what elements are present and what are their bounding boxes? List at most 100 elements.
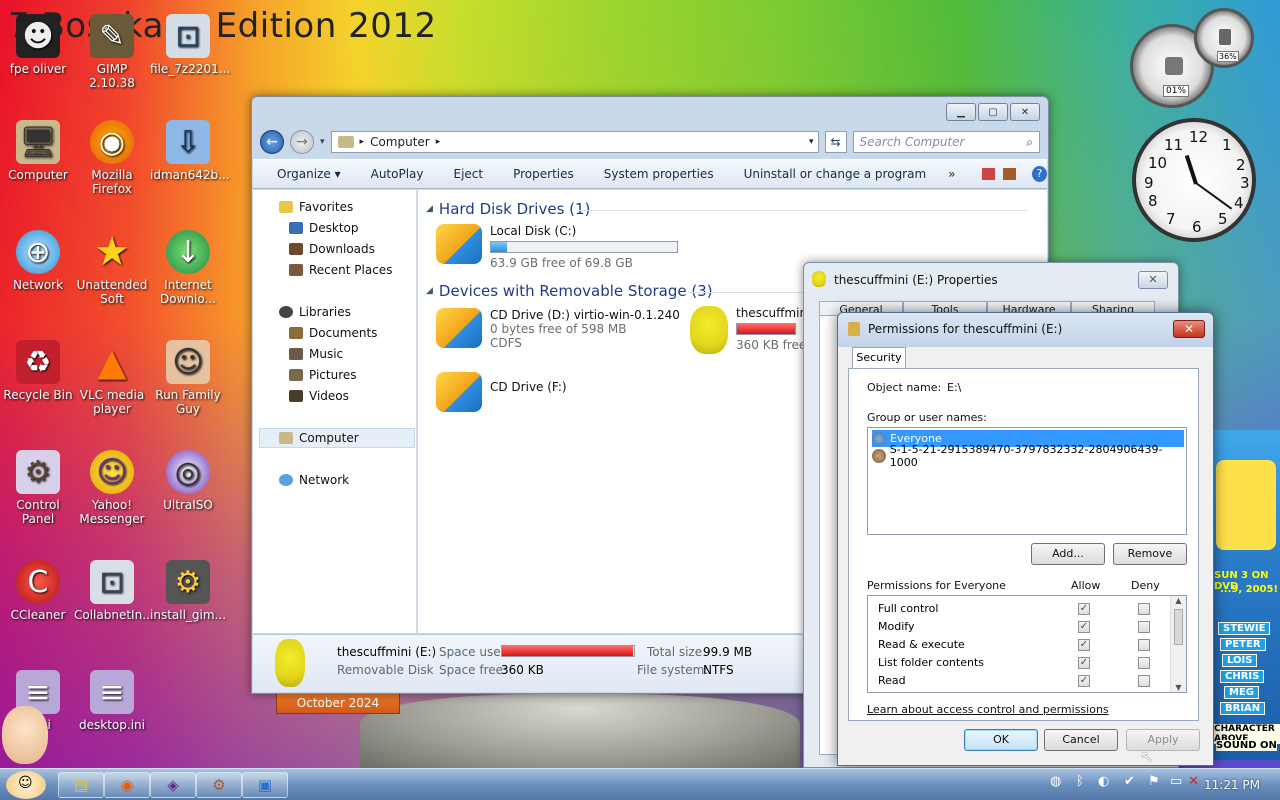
deny-checkbox[interactable] xyxy=(1138,603,1150,615)
cancel-button[interactable]: Cancel xyxy=(1044,729,1118,751)
desktop-icon-ultraiso[interactable]: ◎ UltraISO xyxy=(150,450,226,512)
permissions-close-button[interactable]: ✕ xyxy=(1173,320,1205,338)
taskbar-properties-button[interactable]: ▣ xyxy=(242,772,288,798)
deny-checkbox[interactable] xyxy=(1138,621,1150,633)
breadcrumb-computer[interactable]: Computer xyxy=(370,135,430,149)
desktop-icon-run-family-guy[interactable]: ☺ Run Family Guy xyxy=(150,340,226,416)
user-list-item-sid[interactable]: S-1-5-21-2915389470-3797832332-280490643… xyxy=(872,443,1184,469)
taskbar-app-button[interactable]: ◈ xyxy=(150,772,196,798)
eject-button[interactable]: Eject xyxy=(454,167,484,181)
nav-documents[interactable]: Documents xyxy=(289,326,377,340)
properties-close-button[interactable]: ✕ xyxy=(1138,271,1168,289)
remove-button[interactable]: Remove xyxy=(1113,543,1187,565)
drive-f[interactable]: CD Drive (F:) xyxy=(436,372,567,412)
tray-network-globe-icon[interactable]: ◍ xyxy=(1050,774,1061,789)
desktop-icon-desktop-ini[interactable]: ≡ desktop.ini xyxy=(74,670,150,732)
scroll-thumb[interactable] xyxy=(1174,609,1183,645)
desktop-icon-gimp[interactable]: ✎ GIMP 2.10.38 xyxy=(74,14,150,90)
address-dropdown-icon[interactable]: ▾ xyxy=(809,137,818,147)
permissions-dialog[interactable]: Permissions for thescuffmini (E:) ✕ Secu… xyxy=(837,312,1214,766)
system-properties-button[interactable]: System properties xyxy=(604,167,714,181)
tray-display-icon[interactable]: ▭ xyxy=(1170,774,1182,789)
desktop-icon-ccleaner[interactable]: C CCleaner xyxy=(0,560,76,622)
scroll-down-icon[interactable]: ▼ xyxy=(1171,683,1186,692)
allow-checkbox[interactable]: ✓ xyxy=(1078,639,1090,651)
deny-checkbox[interactable] xyxy=(1138,675,1150,687)
allow-checkbox[interactable]: ✓ xyxy=(1078,603,1090,615)
memory-meter-gadget[interactable]: 36% xyxy=(1194,8,1254,68)
nav-recent-places[interactable]: Recent Places xyxy=(289,263,392,277)
help-icon[interactable]: ? xyxy=(1031,166,1047,182)
group-header-removable[interactable]: ◢ Devices with Removable Storage (3) xyxy=(426,282,713,300)
nav-libraries[interactable]: Libraries xyxy=(279,305,351,319)
nav-pictures[interactable]: Pictures xyxy=(289,368,357,382)
drive-c[interactable]: Local Disk (C:) 63.9 GB free of 69.8 GB xyxy=(436,224,678,270)
nav-downloads[interactable]: Downloads xyxy=(289,242,375,256)
close-button[interactable]: ✕ xyxy=(1010,103,1040,121)
nav-favorites[interactable]: Favorites xyxy=(279,200,353,214)
tray-action-center-flag-icon[interactable]: ⚑ xyxy=(1148,774,1160,789)
address-bar[interactable]: ▸ Computer ▸ ▾ xyxy=(330,131,819,153)
allow-checkbox[interactable]: ✓ xyxy=(1078,675,1090,687)
start-button[interactable]: ☺ xyxy=(6,771,46,799)
ok-button[interactable]: OK xyxy=(964,729,1038,751)
tray-security-icon[interactable]: ◐ xyxy=(1098,774,1109,789)
tray-volume-muted-icon[interactable]: ✕ xyxy=(1188,774,1199,789)
allow-checkbox[interactable]: ✓ xyxy=(1078,657,1090,669)
scroll-up-icon[interactable]: ▲ xyxy=(1171,596,1186,605)
nav-videos[interactable]: Videos xyxy=(289,389,349,403)
calendar-gadget[interactable]: October 2024 xyxy=(276,692,400,714)
desktop-icon-unattended-soft[interactable]: ★ Unattended Soft xyxy=(74,229,150,306)
group-header-hdd[interactable]: ◢ Hard Disk Drives (1) xyxy=(426,200,590,218)
desktop-icon-collabnet[interactable]: ⊡ CollabnetIn... xyxy=(74,560,154,622)
taskbar-clock[interactable]: 11:21 PM xyxy=(1204,778,1260,792)
desktop-icon-install-gimp[interactable]: ⚙ install_gim... xyxy=(150,560,226,622)
recent-pages-dropdown-icon[interactable]: ▾ xyxy=(320,137,325,147)
learn-access-control-link[interactable]: Learn about access control and permissio… xyxy=(867,703,1109,716)
desktop-icon-idm-installer[interactable]: ⇩ idman642b... xyxy=(150,120,230,182)
nav-desktop[interactable]: Desktop xyxy=(289,221,359,235)
properties-button[interactable]: Properties xyxy=(513,167,574,181)
drive-d[interactable]: CD Drive (D:) virtio-win-0.1.240 0 bytes… xyxy=(436,308,680,350)
desktop-icon-7zip-installer[interactable]: ⊡ file_7z2201... xyxy=(150,14,230,76)
apply-button[interactable]: Apply xyxy=(1126,729,1200,751)
organize-button[interactable]: Organize ▾ xyxy=(277,167,341,181)
nav-computer[interactable]: Computer xyxy=(279,431,359,445)
nav-network[interactable]: Network xyxy=(279,473,349,487)
tray-check-icon[interactable]: ✔ xyxy=(1124,774,1135,789)
tab-security[interactable]: Security xyxy=(852,347,906,369)
taskbar-control-panel-button[interactable]: ⚙ xyxy=(196,772,242,798)
forward-button[interactable]: → xyxy=(290,130,314,154)
desktop-icon-fpe-oliver[interactable]: ☻ fpe oliver xyxy=(0,14,76,76)
user-list[interactable]: Everyone S-1-5-21-2915389470-3797832332-… xyxy=(867,427,1187,535)
search-box[interactable]: Search Computer ⌕ xyxy=(852,131,1040,153)
deny-checkbox[interactable] xyxy=(1138,639,1150,651)
minimize-button[interactable]: ▁ xyxy=(946,103,976,121)
view-options-icon[interactable] xyxy=(981,168,995,180)
autoplay-button[interactable]: AutoPlay xyxy=(371,167,424,181)
desktop-icon-computer[interactable]: 🖥 Computer xyxy=(0,120,76,182)
desktop-icon-control-panel[interactable]: ⚙ Control Panel xyxy=(0,450,76,526)
desktop-icon-vlc[interactable]: ▲ VLC media player xyxy=(74,340,150,416)
desktop-icon-firefox[interactable]: ◉ Mozilla Firefox xyxy=(74,120,150,196)
desktop-icon-yahoo[interactable]: ☺ Yahoo! Messenger xyxy=(74,450,150,526)
preview-pane-icon[interactable] xyxy=(1002,168,1016,180)
taskbar-firefox-button[interactable]: ◉ xyxy=(104,772,150,798)
drive-e[interactable]: thescuffmini 360 KB free xyxy=(690,306,810,354)
tray-bluetooth-icon[interactable]: ᛒ xyxy=(1076,774,1084,789)
refresh-button[interactable]: ⇆ xyxy=(824,131,847,153)
uninstall-program-button[interactable]: Uninstall or change a program xyxy=(744,167,927,181)
taskbar-explorer-button[interactable]: ▤ xyxy=(58,772,104,798)
permissions-scrollbar[interactable]: ▲ ▼ xyxy=(1170,596,1186,692)
desktop-icon-recycle-bin[interactable]: ♻ Recycle Bin xyxy=(0,340,76,402)
desktop-icon-network[interactable]: ⊕ Network xyxy=(0,230,76,292)
maximize-button[interactable]: ▢ xyxy=(978,103,1008,121)
permissions-list[interactable]: Full control ✓ Modify ✓ Read & execute ✓… xyxy=(867,595,1187,693)
more-commands-button[interactable]: » xyxy=(948,167,955,181)
desktop-icon-idm[interactable]: ↓ Internet Downlo... xyxy=(150,230,226,306)
breadcrumb-separator-icon[interactable]: ▸ xyxy=(436,137,441,147)
nav-music[interactable]: Music xyxy=(289,347,343,361)
deny-checkbox[interactable] xyxy=(1138,657,1150,669)
clock-gadget[interactable]: 12 1 2 3 4 5 6 7 8 9 10 11 xyxy=(1132,118,1256,242)
allow-checkbox[interactable]: ✓ xyxy=(1078,621,1090,633)
